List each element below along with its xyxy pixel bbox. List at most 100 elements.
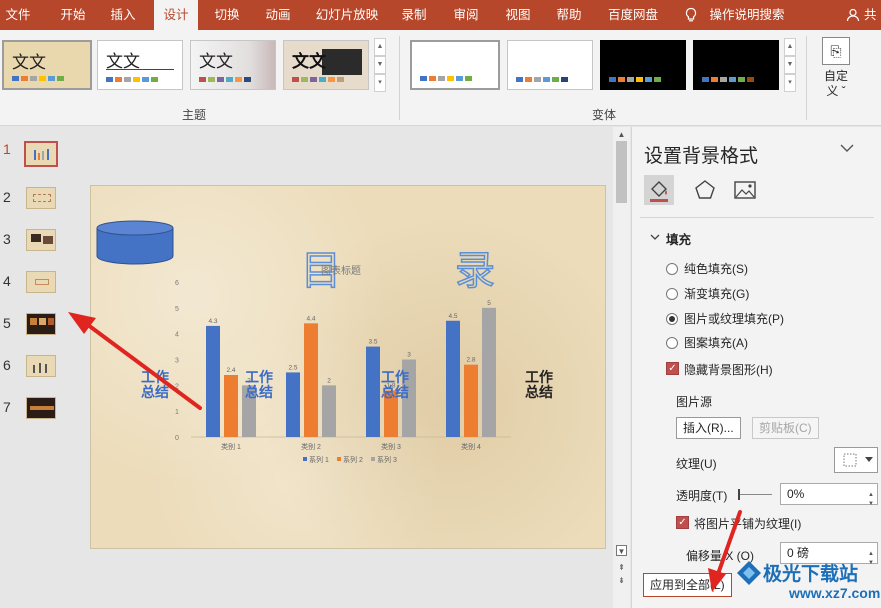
spin-down-icon[interactable]: ▼ — [865, 494, 877, 514]
tab-home[interactable]: 开始 — [53, 0, 93, 30]
y-tick-label: 3 — [175, 358, 179, 365]
y-tick-label: 2 — [175, 383, 179, 390]
tab-view[interactable]: 视图 — [498, 0, 538, 30]
transparency-label: 透明度(T) — [676, 489, 728, 503]
fill-tab[interactable] — [644, 175, 674, 205]
tell-me-search[interactable]: 操作说明搜索 — [704, 0, 790, 30]
scroll-down-icon[interactable]: ▼ — [784, 56, 796, 74]
slide-vertical-scrollbar[interactable]: ▲ ▼ ⇞ ⇟ — [613, 127, 630, 608]
slide-text-work-summary-mid[interactable]: 工作 总结 — [245, 370, 273, 400]
effects-tab[interactable] — [690, 175, 720, 205]
variant-swatches — [516, 77, 568, 82]
slide-text-work-summary-right[interactable]: 工作 总结 — [525, 370, 553, 400]
tab-help[interactable]: 帮助 — [549, 0, 589, 30]
slide-thumb-6[interactable]: 6 — [0, 353, 80, 387]
gallery-more-icon[interactable]: ▾ — [784, 74, 796, 92]
transparency-input[interactable]: 0% ▲ ▼ — [780, 483, 878, 507]
slide-thumbnail-pane: 1 2 3 4 5 6 7 — [0, 127, 80, 608]
cylinder-shape[interactable] — [95, 220, 175, 266]
format-background-pane: 设置背景格式 填充 纯色填充(S) 渐变填充(G) 图片或纹理填充(P) 图案填… — [631, 127, 881, 608]
slide-thumb-1[interactable]: 1 — [0, 141, 80, 175]
tab-transitions[interactable]: 切换 — [207, 0, 247, 30]
gallery-more-icon[interactable]: ▾ — [374, 74, 386, 92]
apply-to-all-button[interactable]: 应用到全部(L) — [643, 573, 732, 597]
data-label: 5 — [487, 300, 491, 307]
tab-design[interactable]: 设计 — [154, 0, 198, 30]
theme-swatches — [292, 77, 344, 82]
variant-thumb-4[interactable] — [693, 40, 779, 90]
transparency-slider-track[interactable] — [738, 494, 772, 495]
texture-label: 纹理(U) — [676, 457, 717, 471]
radio-circle[interactable] — [666, 337, 678, 349]
chart-bar — [224, 375, 238, 437]
theme-thumb-3[interactable]: 文文 — [190, 40, 276, 90]
scroll-up-icon[interactable]: ▲ — [374, 38, 386, 56]
ribbon: 文文 文文 文文 文文 ▲ ▼ ▾ 主题 ▲ ▼ ▾ 变体 ⎘ 自定 义 ˇ — [0, 30, 881, 126]
transparency-slider-thumb[interactable] — [738, 489, 740, 500]
next-slide-icon[interactable]: ⇟ — [616, 575, 627, 586]
slide-thumb-7[interactable]: 7 — [0, 395, 80, 429]
tab-baidu-netdisk[interactable]: 百度网盘 — [600, 0, 666, 30]
theme-thumb-text: 文文 — [199, 52, 233, 72]
tab-animations[interactable]: 动画 — [258, 0, 298, 30]
data-label: 4.5 — [448, 313, 457, 320]
hide-bg-graphics-label: 隐藏背景图形(H) — [684, 363, 773, 377]
bar-chart[interactable]: 01234564.32.42类别 12.54.42类别 23.51.83类别 3… — [171, 274, 521, 474]
chart-bar — [446, 320, 460, 437]
scroll-down-icon[interactable]: ▼ — [616, 545, 627, 556]
slide-thumb-4[interactable]: 4 — [0, 269, 80, 303]
radio-circle[interactable] — [666, 263, 678, 275]
customize-button[interactable]: ⎘ 自定 义 ˇ — [812, 34, 860, 106]
tile-texture-label: 将图片平铺为纹理(I) — [694, 517, 802, 531]
watermark-text: 极光下载站 — [763, 564, 859, 585]
radio-circle[interactable] — [666, 288, 678, 300]
scrollbar-thumb[interactable] — [616, 141, 627, 203]
chevron-down-icon[interactable] — [650, 233, 660, 241]
radio-label: 纯色填充(S) — [684, 262, 748, 276]
slide-number: 6 — [3, 357, 11, 373]
scroll-up-icon[interactable]: ▲ — [616, 129, 627, 140]
customize-label-line1: 自定 — [823, 69, 848, 83]
section-fill-heading[interactable]: 填充 — [666, 229, 691, 248]
slide-thumb-3[interactable]: 3 — [0, 227, 80, 261]
variant-thumb-1[interactable] — [410, 40, 500, 90]
texture-icon — [843, 453, 857, 467]
tab-record[interactable]: 录制 — [394, 0, 434, 30]
y-tick-label: 4 — [175, 332, 179, 339]
theme-gallery-scroll[interactable]: ▲ ▼ ▾ — [374, 38, 386, 94]
tab-insert[interactable]: 插入 — [103, 0, 143, 30]
tile-texture-checkbox[interactable]: ✓ — [676, 516, 689, 529]
theme-thumb-1[interactable]: 文文 — [2, 40, 92, 90]
previous-slide-icon[interactable]: ⇞ — [616, 562, 627, 573]
hide-bg-graphics-checkbox[interactable]: ✓ — [666, 362, 679, 375]
scroll-up-icon[interactable]: ▲ — [784, 38, 796, 56]
theme-thumb-2[interactable]: 文文 — [97, 40, 183, 90]
slide-text-work-summary-left[interactable]: 工作 总结 — [141, 370, 169, 400]
texture-dropdown[interactable] — [834, 447, 878, 473]
scroll-down-icon[interactable]: ▼ — [374, 56, 386, 74]
variant-swatches — [420, 76, 472, 81]
variant-gallery-scroll[interactable]: ▲ ▼ ▾ — [784, 38, 796, 94]
radio-circle[interactable] — [666, 313, 678, 325]
insert-picture-button[interactable]: 插入(R)... — [676, 417, 741, 439]
chevron-down-icon[interactable] — [840, 143, 854, 153]
theme-swatches — [106, 77, 158, 82]
tab-file[interactable]: 文件 — [0, 0, 36, 30]
ribbon-tab-bar: 文件 开始 插入 设计 切换 动画 幻灯片放映 录制 审阅 视图 帮助 百度网盘… — [0, 0, 881, 52]
slide-thumb-2[interactable]: 2 — [0, 185, 80, 219]
variant-thumb-2[interactable] — [507, 40, 593, 90]
variant-thumb-3[interactable] — [600, 40, 686, 90]
data-label: 2.5 — [288, 364, 297, 371]
tab-slideshow[interactable]: 幻灯片放映 — [310, 0, 384, 30]
tab-review[interactable]: 审阅 — [446, 0, 486, 30]
pane-title: 设置背景格式 — [644, 146, 759, 167]
theme-thumb-4[interactable]: 文文 — [283, 40, 369, 90]
picture-tab[interactable] — [730, 175, 760, 205]
clipboard-button[interactable]: 剪贴板(C) — [752, 417, 819, 439]
variant-swatches — [702, 77, 754, 82]
slide-thumb-5[interactable]: 5 — [0, 311, 80, 345]
chart-bar — [304, 323, 318, 437]
slide-text-work-summary-mid2[interactable]: 工作 总结 — [381, 370, 409, 400]
share-button[interactable]: 共享 — [864, 0, 881, 52]
slide-canvas[interactable]: 目 录 图表标题 0 1 2 3 4 5 6 4.3 2.4 2 类别 1 2.5 4.4 2 类别 2 3.… — [90, 185, 606, 549]
